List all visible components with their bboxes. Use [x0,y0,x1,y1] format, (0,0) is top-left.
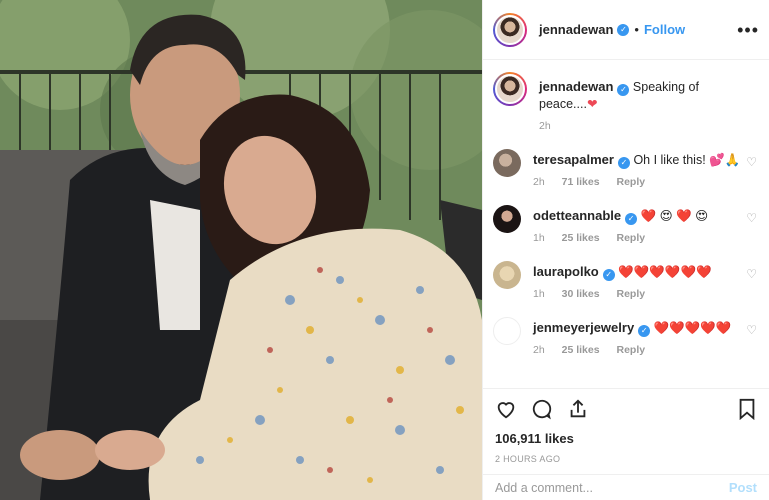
follow-button[interactable]: Follow [644,22,685,37]
post-photo[interactable] [0,0,482,500]
action-icons [495,398,757,425]
verified-badge-icon: ✓ [625,213,638,225]
likes-count[interactable]: 106,911 likes [495,431,757,446]
comment-text: Oh I like this! 💕🙏 [633,153,741,167]
share-icon[interactable] [567,398,589,425]
verified-badge-icon: ✓ [602,269,615,281]
commenter-avatar[interactable] [493,317,521,345]
caption-time: 2h [539,120,551,132]
verified-badge-icon: ✓ [617,157,630,169]
comment-input[interactable] [495,480,729,495]
commenter-avatar[interactable] [493,149,521,177]
comment-likes[interactable]: 71 likes [562,176,600,188]
comment-text: ❤️❤️❤️❤️❤️❤️ [618,265,712,279]
comment-like-heart-icon[interactable]: ♡ [746,267,757,281]
reply-button[interactable]: Reply [616,232,645,244]
verified-badge-icon: ✓ [638,325,651,337]
post-actions: 106,911 likes 2 HOURS AGO [483,388,769,464]
comment-like-heart-icon[interactable]: ♡ [746,323,757,337]
author-info: jennadewan ✓ • Follow [539,22,685,37]
comment-like-heart-icon[interactable]: ♡ [746,211,757,225]
reply-button[interactable]: Reply [616,288,645,300]
comment-likes[interactable]: 30 likes [562,288,600,300]
comment-username[interactable]: teresapalmer [533,152,614,167]
commenter-avatar[interactable] [493,205,521,233]
post-photo-illustration [0,0,482,500]
author-avatar[interactable] [493,12,527,47]
caption-heart-emoji: ❤ [586,97,598,111]
comment-text: ❤️❤️❤️❤️❤️ [653,321,732,335]
comment-item: jenmeyerjewelry ✓ ❤️❤️❤️❤️❤️ 2h 25 likes … [493,313,759,356]
post-comment-button[interactable]: Post [729,480,757,495]
comments-list[interactable]: jennadewan ✓ Speaking of peace....❤ 2h te… [483,60,769,382]
caption: jennadewan ✓ Speaking of peace....❤ 2h [493,72,759,132]
comment-username[interactable]: odetteannable [533,208,621,223]
more-options-icon[interactable]: ••• [737,21,759,39]
comment-username[interactable]: jenmeyerjewelry [533,320,634,335]
comment-item: odetteannable ✓ ❤️ 😍 ❤️ 😍 1h 25 likes Rep… [493,201,759,244]
comment-likes[interactable]: 25 likes [562,344,600,356]
comment-text: ❤️ 😍 ❤️ 😍 [640,209,709,223]
comment-likes[interactable]: 25 likes [562,232,600,244]
post-side-panel: jennadewan ✓ • Follow ••• jennadewan ✓ Sp… [482,0,769,500]
post-timestamp: 2 HOURS AGO [495,454,561,464]
reply-button[interactable]: Reply [616,344,645,356]
comment-time: 1h [533,288,545,300]
separator-dot: • [634,22,639,37]
bookmark-icon[interactable] [737,398,757,425]
verified-badge-icon: ✓ [617,84,630,96]
verified-badge-icon: ✓ [617,23,630,36]
comment-time: 2h [533,176,545,188]
comment-item: teresapalmer ✓ Oh I like this! 💕🙏 2h 71 l… [493,145,759,188]
heart-outline-icon[interactable] [495,398,517,425]
author-username[interactable]: jennadewan [539,22,613,37]
comment-item: laurapolko ✓ ❤️❤️❤️❤️❤️❤️ 1h 30 likes Rep… [493,257,759,300]
post-header: jennadewan ✓ • Follow ••• [483,0,769,60]
reply-button[interactable]: Reply [616,176,645,188]
add-comment-bar: Post [483,474,769,500]
comment-bubble-icon[interactable] [531,398,553,425]
comment-username[interactable]: laurapolko [533,264,599,279]
commenter-avatar[interactable] [493,261,521,289]
comment-time: 2h [533,344,545,356]
comment-like-heart-icon[interactable]: ♡ [746,155,757,169]
caption-username[interactable]: jennadewan [539,79,613,94]
caption-avatar[interactable] [493,72,527,106]
comment-time: 1h [533,232,545,244]
